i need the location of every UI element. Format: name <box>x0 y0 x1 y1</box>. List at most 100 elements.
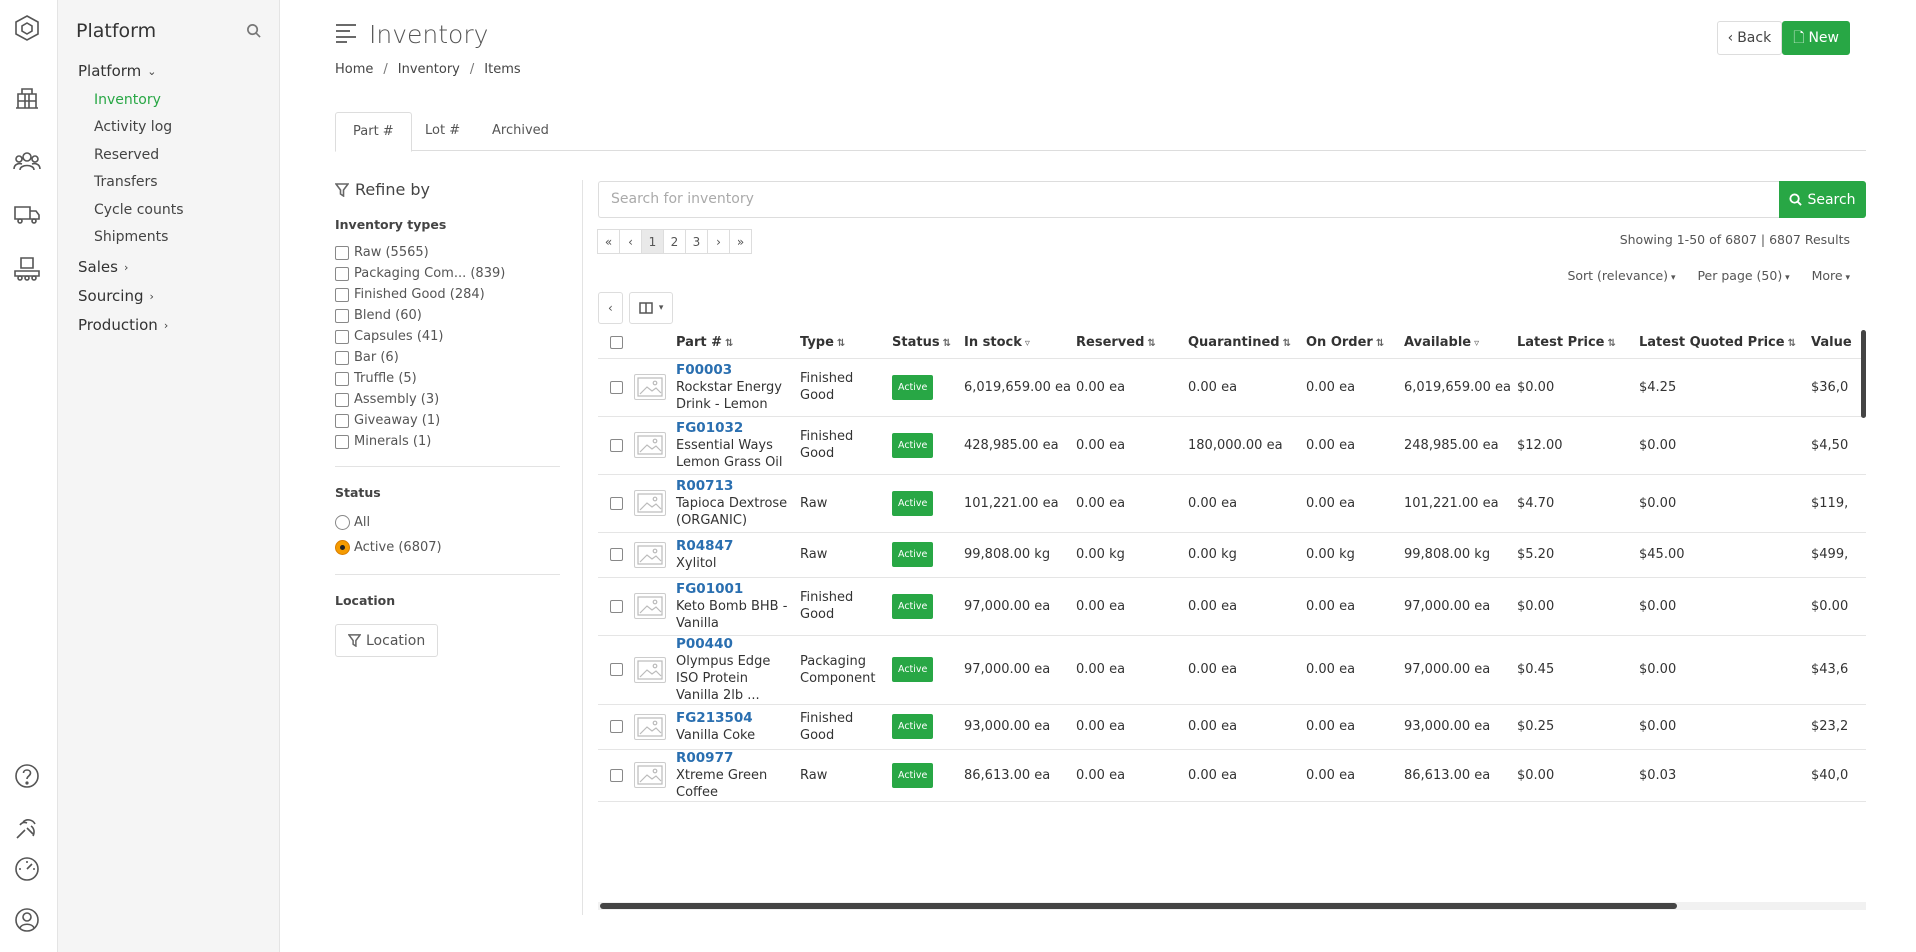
page-button[interactable]: 2 <box>663 229 686 254</box>
breadcrumb-home[interactable]: Home <box>335 62 373 77</box>
inventory-type-option[interactable]: Finished Good (284) <box>335 284 560 305</box>
nav-item-reserved[interactable]: Reserved <box>94 147 159 163</box>
part-number-link[interactable]: R04847 <box>676 538 792 555</box>
row-checkbox[interactable] <box>610 768 623 782</box>
back-button[interactable]: ‹ Back <box>1716 21 1783 55</box>
new-button[interactable]: 🗋 New <box>1782 21 1850 55</box>
tab-archived[interactable]: Archived <box>475 112 566 151</box>
checkbox[interactable] <box>335 245 349 260</box>
nav-item-inventory[interactable]: Inventory <box>94 92 161 108</box>
col-reserved[interactable]: Reserved ⇅ <box>1072 328 1184 358</box>
checkbox[interactable] <box>335 434 349 449</box>
search-icon[interactable] <box>246 23 261 42</box>
table-row[interactable]: FG213504 Vanilla Coke Finished Good Active 9… <box>598 703 1866 749</box>
status-option-active[interactable]: Active (6807) <box>335 535 560 560</box>
help-icon[interactable] <box>11 760 43 792</box>
col-type[interactable]: Type ⇅ <box>796 328 888 358</box>
table-row[interactable]: F00003 Rockstar Energy Drink - Lemon Finis… <box>598 357 1866 416</box>
checkbox[interactable] <box>335 371 349 386</box>
row-checkbox[interactable] <box>610 548 623 561</box>
account-icon[interactable] <box>11 904 43 936</box>
integrations-icon[interactable] <box>11 812 43 844</box>
col-quarantined[interactable]: Quarantined ⇅ <box>1184 328 1302 358</box>
table-row[interactable] <box>598 800 1866 831</box>
checkbox[interactable] <box>335 392 349 407</box>
location-filter-button[interactable]: Location <box>335 624 439 657</box>
collapse-button[interactable]: ‹ <box>598 292 623 324</box>
nav-item-transfers[interactable]: Transfers <box>94 174 158 190</box>
search-button[interactable]: Search <box>1779 181 1866 218</box>
row-checkbox[interactable] <box>610 380 623 394</box>
page-button[interactable]: 3 <box>685 229 708 254</box>
status-option-all[interactable]: All <box>335 510 560 535</box>
table-row[interactable]: FG01032 Essential Ways Lemon Grass Oil Fin… <box>598 415 1866 474</box>
columns-button[interactable]: ▾ <box>628 292 674 324</box>
inventory-type-option[interactable]: Minerals (1) <box>335 431 560 452</box>
part-number-link[interactable]: FG213504 <box>676 710 792 727</box>
col-in-stock[interactable]: In stock ▿ <box>960 328 1072 358</box>
conveyor-icon[interactable] <box>11 252 43 284</box>
sort-dropdown[interactable]: Sort (relevance) <box>1567 268 1675 283</box>
page-button[interactable]: ‹ <box>619 229 642 254</box>
part-number-link[interactable]: FG01032 <box>676 420 792 437</box>
inventory-type-option[interactable]: Truffle (5) <box>335 368 560 389</box>
page-button[interactable]: › <box>707 229 730 254</box>
inventory-type-option[interactable]: Blend (60) <box>335 305 560 326</box>
radio[interactable] <box>335 515 350 530</box>
table-row[interactable]: R04847 Xylitol Raw Active 99,808.00 kg 0.00 k… <box>598 531 1866 577</box>
radio-selected[interactable] <box>335 540 350 555</box>
tab-part-number[interactable]: Part # <box>335 112 412 152</box>
checkbox[interactable] <box>335 329 349 344</box>
users-icon[interactable] <box>11 145 43 177</box>
col-status[interactable]: Status ⇅ <box>888 328 960 358</box>
col-value[interactable]: Value <box>1807 328 1866 358</box>
nav-item-activity-log[interactable]: Activity log <box>94 119 172 135</box>
col-part[interactable]: Part # ⇅ <box>672 328 796 358</box>
col-available[interactable]: Available ▿ <box>1400 328 1513 358</box>
logo-icon[interactable] <box>11 12 43 44</box>
page-button[interactable]: « <box>597 229 620 254</box>
part-number-link[interactable]: FG01001 <box>676 581 792 598</box>
table-row[interactable]: FG01001 Keto Bomb BHB - Vanilla Finished G… <box>598 576 1866 635</box>
checkbox[interactable] <box>335 266 349 281</box>
nav-group-sales[interactable]: Sales › <box>78 258 128 276</box>
horizontal-scrollbar[interactable] <box>600 903 1677 909</box>
breadcrumb-inventory[interactable]: Inventory <box>398 62 460 77</box>
nav-item-shipments[interactable]: Shipments <box>94 229 168 245</box>
row-checkbox[interactable] <box>610 438 623 452</box>
col-latest-quoted-price[interactable]: Latest Quoted Price ⇅ <box>1635 328 1807 358</box>
row-checkbox[interactable] <box>610 496 623 510</box>
row-checkbox[interactable] <box>610 720 623 733</box>
page-button[interactable]: » <box>729 229 752 254</box>
checkbox[interactable] <box>335 413 349 428</box>
tab-lot-number[interactable]: Lot # <box>408 112 477 151</box>
warehouse-icon[interactable] <box>11 82 43 114</box>
col-latest-price[interactable]: Latest Price ⇅ <box>1513 328 1635 358</box>
vertical-scrollbar[interactable] <box>1861 330 1866 418</box>
checkbox[interactable] <box>335 350 349 365</box>
nav-group-sourcing[interactable]: Sourcing › <box>78 287 154 305</box>
part-number-link[interactable]: R00713 <box>676 478 792 495</box>
part-number-link[interactable]: F00003 <box>676 362 792 379</box>
table-row[interactable]: R00977 Xtreme Green Coffee Raw Active 86,613… <box>598 748 1866 801</box>
nav-group-platform[interactable]: Platform ⌄ <box>78 62 156 80</box>
inventory-type-option[interactable]: Capsules (41) <box>335 326 560 347</box>
row-checkbox[interactable] <box>610 599 623 613</box>
menu-icon[interactable] <box>335 23 357 47</box>
more-dropdown[interactable]: More <box>1812 268 1850 283</box>
part-number-link[interactable]: R00977 <box>676 750 792 767</box>
inventory-type-option[interactable]: Raw (5565) <box>335 242 560 263</box>
nav-group-production[interactable]: Production › <box>78 316 168 334</box>
part-number-link[interactable]: P00440 <box>676 636 792 653</box>
inventory-type-option[interactable]: Giveaway (1) <box>335 410 560 431</box>
inventory-type-option[interactable]: Packaging Com... (839) <box>335 263 560 284</box>
inventory-type-option[interactable]: Assembly (3) <box>335 389 560 410</box>
row-checkbox[interactable] <box>610 663 623 676</box>
page-button[interactable]: 1 <box>641 229 664 254</box>
inventory-type-option[interactable]: Bar (6) <box>335 347 560 368</box>
dashboard-icon[interactable] <box>11 852 43 884</box>
select-all-checkbox[interactable] <box>610 336 623 350</box>
nav-item-cycle-counts[interactable]: Cycle counts <box>94 202 184 218</box>
per-page-dropdown[interactable]: Per page (50) <box>1697 268 1789 283</box>
col-on-order[interactable]: On Order ⇅ <box>1302 328 1400 358</box>
